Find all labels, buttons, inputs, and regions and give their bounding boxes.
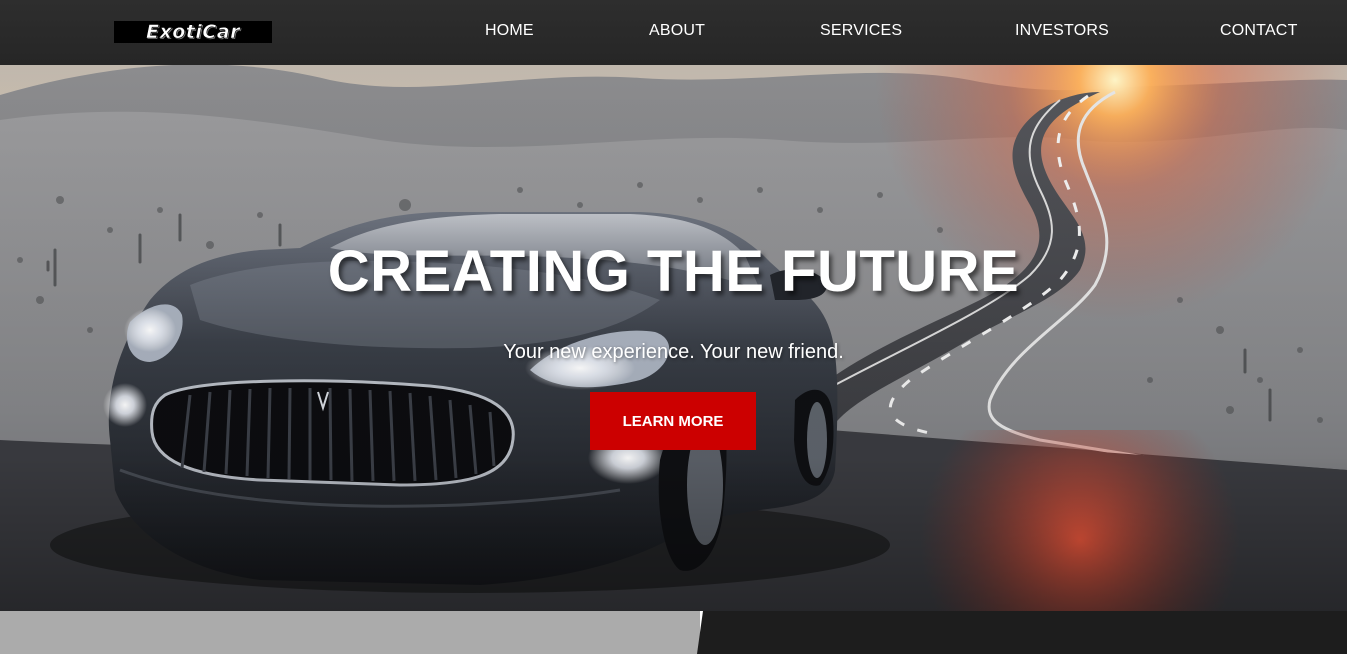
top-navbar: ExotiCar HOME ABOUT SERVICES INVESTORS C… <box>0 0 1347 65</box>
hero-title: CREATING THE FUTURE <box>327 239 1020 304</box>
nav-link-home[interactable]: HOME <box>485 22 534 40</box>
hero-section: CREATING THE FUTURE Your new experience.… <box>0 0 1347 611</box>
next-section-left-panel <box>0 611 700 654</box>
nav-link-contact[interactable]: CONTACT <box>1220 22 1298 40</box>
nav-link-services[interactable]: SERVICES <box>820 22 902 40</box>
brand-logo[interactable]: ExotiCar <box>114 21 272 43</box>
next-section-right-panel <box>697 611 1347 654</box>
nav-link-about[interactable]: ABOUT <box>649 22 705 40</box>
hero-background-image <box>0 0 1347 611</box>
nav-link-investors[interactable]: INVESTORS <box>1015 22 1109 40</box>
brand-logo-text: ExotiCar <box>145 21 241 44</box>
page: CREATING THE FUTURE Your new experience.… <box>0 0 1350 654</box>
hero-subtitle: Your new experience. Your new friend. <box>503 341 844 363</box>
learn-more-button[interactable]: LEARN MORE <box>590 392 756 450</box>
